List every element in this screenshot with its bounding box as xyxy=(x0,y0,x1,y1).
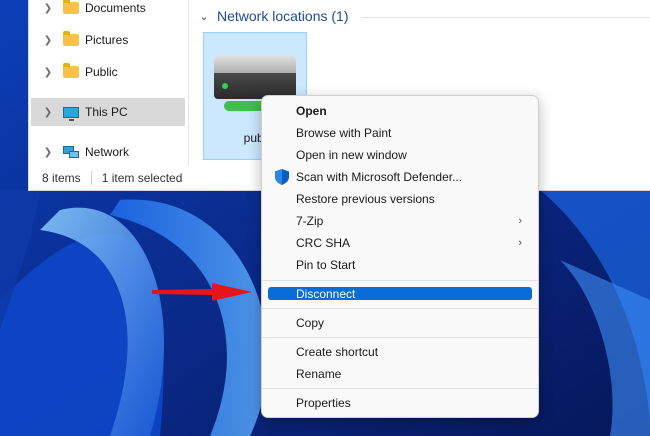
nav-item-label: Documents xyxy=(85,1,146,15)
menu-item-disconnect[interactable]: Disconnect xyxy=(268,286,532,301)
chevron-right-icon[interactable]: ❯ xyxy=(41,3,55,14)
nav-item-public[interactable]: ❯ Public xyxy=(31,58,185,86)
menu-item-label: Rename xyxy=(296,366,342,381)
menu-item-create-shortcut[interactable]: Create shortcut xyxy=(268,341,532,362)
menu-item-properties[interactable]: Properties xyxy=(268,392,532,413)
menu-item-label: 7-Zip xyxy=(296,213,324,228)
nav-item-label: Network xyxy=(85,145,130,159)
defender-shield-icon xyxy=(275,169,289,185)
menu-item-label: Copy xyxy=(296,315,325,330)
nav-item-network[interactable]: ❯ Network xyxy=(31,138,185,166)
pane-divider[interactable] xyxy=(188,0,189,166)
group-header-label: Network locations (1) xyxy=(217,8,349,24)
context-menu: Open Browse with Paint Open in new windo… xyxy=(261,95,539,418)
computer-icon xyxy=(63,106,79,121)
menu-item-pin-to-start[interactable]: Pin to Start xyxy=(268,254,532,275)
nav-item-documents[interactable]: ❯ Documents xyxy=(31,0,185,22)
group-header-network-locations[interactable]: ⌄ Network locations (1) xyxy=(197,8,349,24)
folder-icon xyxy=(63,0,79,14)
chevron-down-icon[interactable]: ⌄ xyxy=(197,10,211,23)
navigation-pane: ❯ Documents ❯ Pictures ❯ Public ❯ This P… xyxy=(29,0,189,166)
menu-item-crc-sha[interactable]: CRC SHA › xyxy=(268,232,532,253)
menu-item-label: Create shortcut xyxy=(296,344,379,359)
menu-item-copy[interactable]: Copy xyxy=(268,312,532,333)
nav-item-label: This PC xyxy=(85,105,128,119)
chevron-right-icon[interactable]: ❯ xyxy=(41,67,55,78)
menu-item-label: CRC SHA xyxy=(296,235,351,250)
status-selection: 1 item selected xyxy=(101,171,183,185)
menu-item-restore-previous-versions[interactable]: Restore previous versions xyxy=(268,188,532,209)
nav-item-pictures[interactable]: ❯ Pictures xyxy=(31,26,185,54)
status-divider xyxy=(90,171,92,185)
menu-item-label: Scan with Microsoft Defender... xyxy=(296,169,463,184)
menu-item-browse-with-paint[interactable]: Browse with Paint xyxy=(268,122,532,143)
folder-icon xyxy=(63,63,79,78)
menu-item-label: Open in new window xyxy=(296,147,407,162)
menu-item-open[interactable]: Open xyxy=(268,100,532,121)
red-arrow-icon xyxy=(152,283,252,301)
menu-separator xyxy=(262,308,538,309)
chevron-right-icon[interactable]: ❯ xyxy=(41,107,55,118)
chevron-right-icon[interactable]: ❯ xyxy=(41,147,55,158)
menu-item-rename[interactable]: Rename xyxy=(268,363,532,384)
submenu-arrow-icon: › xyxy=(518,236,522,249)
menu-item-label: Restore previous versions xyxy=(296,191,435,206)
menu-item-scan-with-defender[interactable]: Scan with Microsoft Defender... xyxy=(268,166,532,187)
menu-item-open-in-new-window[interactable]: Open in new window xyxy=(268,144,532,165)
nav-item-label: Pictures xyxy=(85,33,129,47)
menu-item-7zip[interactable]: 7-Zip › xyxy=(268,210,532,231)
menu-item-label: Browse with Paint xyxy=(296,125,392,140)
menu-separator xyxy=(262,388,538,389)
network-icon xyxy=(63,145,79,159)
menu-item-label: Disconnect xyxy=(296,286,356,301)
nav-item-label: Public xyxy=(85,65,118,79)
menu-item-label: Properties xyxy=(296,395,351,410)
folder-icon xyxy=(63,31,79,46)
menu-separator xyxy=(262,337,538,338)
nav-item-this-pc[interactable]: ❯ This PC xyxy=(31,98,185,126)
menu-item-label: Pin to Start xyxy=(296,257,356,272)
group-header-rule xyxy=(361,17,650,18)
chevron-right-icon[interactable]: ❯ xyxy=(41,35,55,46)
status-item-count: 8 items xyxy=(42,171,81,185)
menu-item-label: Open xyxy=(296,103,327,118)
submenu-arrow-icon: › xyxy=(518,214,522,227)
menu-separator xyxy=(262,280,538,281)
